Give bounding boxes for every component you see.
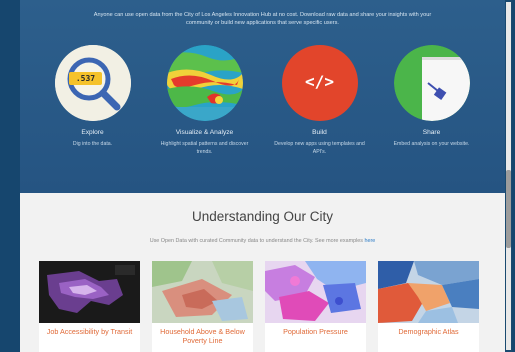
feature-title: Share — [422, 129, 441, 136]
card-household-poverty[interactable]: Household Above & Below Poverty Line — [152, 261, 253, 352]
feature-desc: Embed analysis on your website. — [393, 141, 470, 147]
page: Anyone can use open data from the City o… — [20, 0, 505, 352]
magnifier-icon: .537 — [54, 45, 131, 121]
feature-title: Explore — [81, 129, 104, 136]
feature-visualize[interactable]: Visualize & Analyze Highlight spatial pa… — [157, 45, 252, 156]
card-thumbnail — [39, 261, 140, 323]
card-thumbnail — [152, 261, 253, 323]
explore-value: .537 — [75, 74, 96, 83]
card-job-accessibility[interactable]: Job Accessibility by Transit — [39, 261, 140, 352]
section-subtitle: Use Open Data with curated Community dat… — [20, 238, 505, 244]
feature-desc: Dig into the data. — [72, 141, 113, 147]
code-glyph: </> — [305, 72, 334, 91]
section-subtitle-text: Use Open Data with curated Community dat… — [149, 238, 363, 244]
card-title: Population Pressure — [283, 327, 348, 336]
community-section: Understanding Our City Use Open Data wit… — [20, 193, 505, 352]
feature-title: Build — [312, 129, 327, 136]
feature-desc: Develop new apps using templates and API… — [274, 141, 365, 155]
card-title: Household Above & Below Poverty Line — [160, 327, 245, 345]
card-title: Job Accessibility by Transit — [46, 327, 133, 336]
card-population-pressure[interactable]: Population Pressure — [265, 261, 366, 352]
hero-intro-text: Anyone can use open data from the City o… — [93, 12, 432, 26]
feature-desc: Highlight spatial patterns and discover … — [160, 141, 249, 155]
heatmap-icon — [166, 45, 243, 121]
card-title: Demographic Atlas — [398, 327, 459, 336]
feature-build[interactable]: </> Build Develop new apps using templat… — [272, 45, 367, 156]
card-demographic-atlas[interactable]: Demographic Atlas — [378, 261, 479, 352]
feature-share[interactable]: Share Embed analysis on your website. — [384, 45, 479, 149]
hero-banner: Anyone can use open data from the City o… — [20, 0, 505, 193]
page-scrollbar[interactable] — [505, 0, 512, 352]
feature-explore[interactable]: .537 Explore Dig into the data. — [45, 45, 140, 149]
card-thumbnail — [378, 261, 479, 323]
share-map-icon — [393, 45, 470, 121]
scrollbar-thumb[interactable] — [506, 170, 511, 248]
see-more-link[interactable]: here — [364, 238, 375, 244]
card-thumbnail — [265, 261, 366, 323]
feature-title: Visualize & Analyze — [175, 129, 234, 136]
code-icon: </> — [281, 45, 358, 121]
section-title: Understanding Our City — [191, 209, 334, 224]
